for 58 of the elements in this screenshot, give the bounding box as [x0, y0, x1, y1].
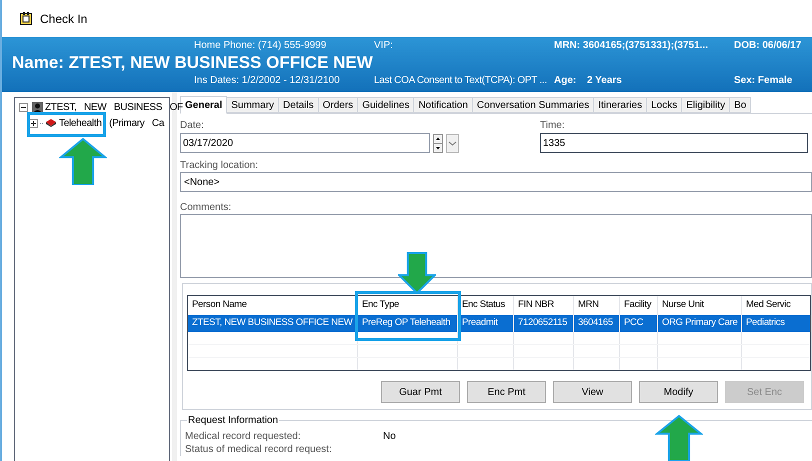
- table-cell: Pediatrics: [742, 315, 810, 332]
- age-value: 2 Years: [587, 75, 622, 87]
- date-label: Date:: [180, 119, 205, 132]
- patient-name: Name: ZTEST, NEW BUSINESS OFFICE NEW: [12, 53, 373, 73]
- tab[interactable]: Locks: [647, 97, 682, 113]
- tab[interactable]: Orders: [318, 97, 358, 113]
- spinner-control[interactable]: [433, 134, 443, 152]
- table-cell: 3604165: [574, 315, 620, 332]
- tab[interactable]: Notification: [414, 97, 473, 113]
- tab[interactable]: Conversation Summaries: [472, 97, 594, 113]
- sex-text: Sex: Female: [734, 75, 792, 87]
- dropdown-icon[interactable]: [446, 134, 459, 152]
- tracking-dropdown[interactable]: <None>: [180, 172, 812, 192]
- expand-icon[interactable]: [29, 118, 38, 128]
- field-label: Medical record requested:: [185, 430, 302, 444]
- tab[interactable]: Eligibility: [682, 97, 730, 113]
- table-cell: 7120652115: [514, 315, 574, 332]
- tab[interactable]: Details: [279, 97, 319, 113]
- tab[interactable]: Summary: [227, 97, 280, 113]
- table-row[interactable]: ZTEST, NEW BUSINESS OFFICE NEW PreReg OP Telehealth Preadmit 7120652115 3604165 PCC ORG Primary Care Pediatrics: [188, 315, 810, 332]
- tab[interactable]: Guidelines: [358, 97, 414, 113]
- consent-text: Last COA Consent to Text(TCPA): OPT ...: [374, 75, 547, 87]
- table-cell: ZTEST, NEW BUSINESS OFFICE NEW: [188, 315, 358, 332]
- window-title: Check In: [40, 10, 88, 28]
- date-field[interactable]: 03/17/2020: [180, 133, 430, 153]
- comments-field[interactable]: [180, 214, 812, 278]
- down-arrow-icon: [398, 252, 436, 294]
- tree-item[interactable]: Telehealth (Primary Ca: [59, 116, 164, 130]
- book-icon: [45, 118, 57, 128]
- person-icon: [32, 102, 43, 112]
- mrn-text: MRN: 3604165;(3751331);(3751...: [554, 40, 708, 52]
- tab[interactable]: Bo: [730, 97, 752, 113]
- table-cell: ORG Primary Care: [658, 315, 742, 332]
- table-cell: Preadmit: [458, 315, 514, 332]
- tree-item[interactable]: ZTEST, NEW BUSINESS OF: [45, 100, 183, 114]
- field-value: No: [383, 430, 396, 444]
- collapse-icon[interactable]: [19, 102, 28, 112]
- action-button[interactable]: Enc Pmt: [467, 381, 546, 403]
- time-label: Time:: [540, 119, 566, 132]
- ins-dates: Ins Dates: 1/2/2002 - 12/31/2100: [194, 75, 340, 87]
- up-arrow-icon: [655, 414, 703, 461]
- section-title: Request Information: [187, 414, 280, 427]
- table-cell: PreReg OP Telehealth: [358, 315, 458, 332]
- comments-label: Comments:: [180, 201, 232, 214]
- table-cell: PCC: [620, 315, 658, 332]
- dob-text: DOB: 06/06/17: [734, 40, 802, 52]
- action-button[interactable]: Modify: [639, 381, 718, 403]
- up-arrow-icon: [59, 137, 107, 185]
- field-label: Status of medical record request:: [185, 443, 333, 457]
- app-icon: [20, 12, 32, 25]
- vip-label: VIP:: [374, 40, 393, 52]
- home-phone: Home Phone: (714) 555-9999: [194, 40, 326, 52]
- age-label: Age:: [554, 75, 576, 87]
- action-button[interactable]: View: [553, 381, 632, 403]
- tab[interactable]: Itineraries: [594, 97, 648, 113]
- tracking-label: Tracking location:: [180, 159, 259, 172]
- action-button[interactable]: Guar Pmt: [381, 381, 460, 403]
- time-field[interactable]: 1335: [540, 133, 808, 153]
